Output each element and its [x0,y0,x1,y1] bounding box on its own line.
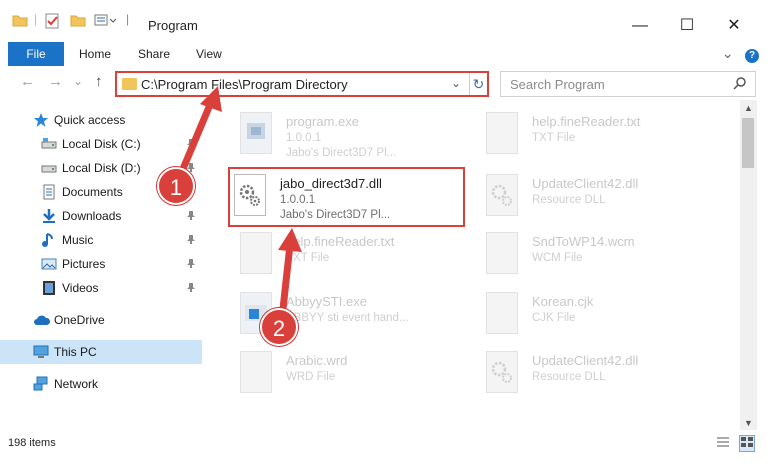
file-explorer-window: | | Program — ☐ ✕ File Home Share View ⌄… [0,0,769,467]
annotation-arrows [176,86,302,319]
arrow-two-head [278,228,302,252]
step-2-callout: 2 [260,308,298,346]
arrow-one [176,98,216,178]
arrow-two [278,244,294,319]
step-1-callout: 1 [157,167,195,205]
